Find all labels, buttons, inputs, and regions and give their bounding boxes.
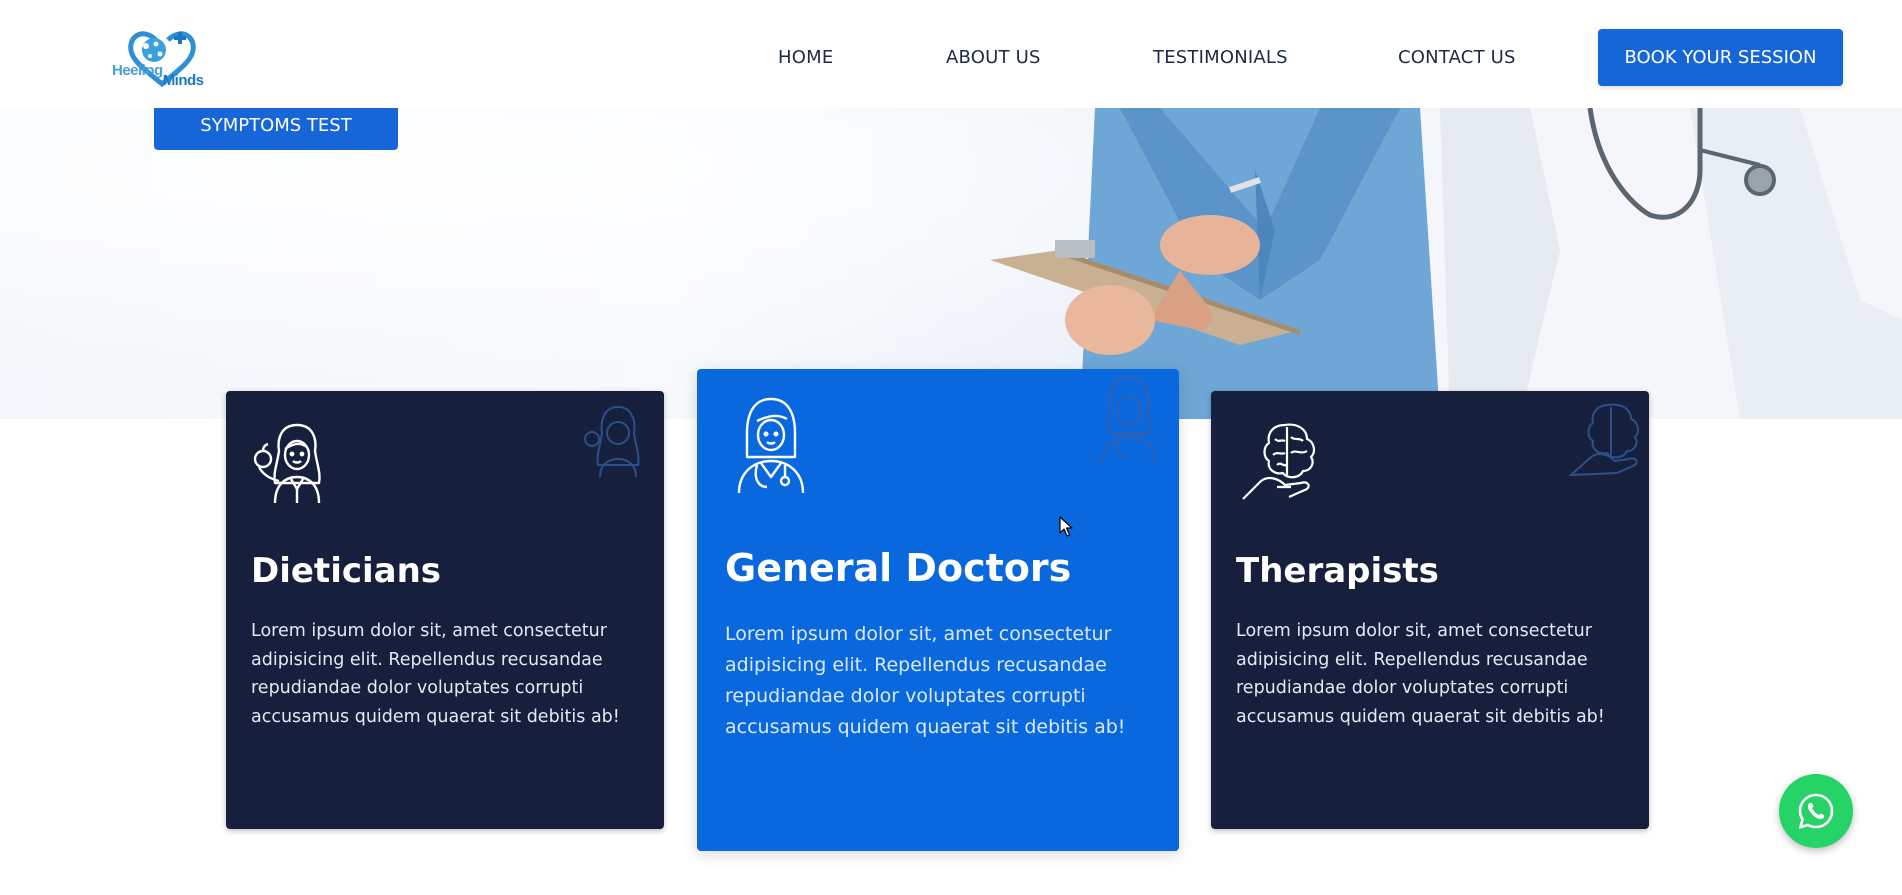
nav-testimonials[interactable]: TESTIMONIALS <box>1153 47 1288 68</box>
service-card-dieticians[interactable]: Dieticians Lorem ipsum dolor sit, amet c… <box>226 391 664 829</box>
card-title: General Doctors <box>725 546 1072 590</box>
site-header: HeelingMinds HOME ABOUT US TESTIMONIALS … <box>0 0 1902 108</box>
logo-word-minds: Minds <box>162 72 204 89</box>
card-title: Therapists <box>1236 551 1439 591</box>
whatsapp-icon <box>1798 793 1834 829</box>
service-card-therapists[interactable]: Therapists Lorem ipsum dolor sit, amet c… <box>1211 391 1649 829</box>
brain-hand-icon <box>1242 423 1316 500</box>
dietician-ghost-icon <box>584 405 640 478</box>
card-title: Dieticians <box>251 551 442 591</box>
card-description: Lorem ipsum dolor sit, amet consectetur … <box>1236 621 1605 727</box>
whatsapp-chat-button[interactable] <box>1779 774 1853 848</box>
brain-hand-ghost-icon <box>1569 403 1639 477</box>
book-session-button[interactable]: BOOK YOUR SESSION <box>1598 29 1843 86</box>
logo-word-heeling: Heeling <box>112 62 163 79</box>
nav-about-us[interactable]: ABOUT US <box>946 47 1041 68</box>
mouse-cursor-icon <box>1059 516 1073 537</box>
doctor-ghost-icon <box>1102 375 1156 464</box>
card-description: Lorem ipsum dolor sit, amet consectetur … <box>725 623 1126 738</box>
heeling-minds-logo[interactable]: HeelingMinds <box>112 28 224 94</box>
nav-home[interactable]: HOME <box>778 47 833 68</box>
doctor-woman-icon <box>737 397 805 494</box>
service-card-general-doctors[interactable]: General Doctors Lorem ipsum dolor sit, a… <box>697 369 1179 851</box>
dietician-woman-icon <box>253 423 321 504</box>
nav-contact-us[interactable]: CONTACT US <box>1398 47 1516 68</box>
card-description: Lorem ipsum dolor sit, amet consectetur … <box>251 621 620 727</box>
